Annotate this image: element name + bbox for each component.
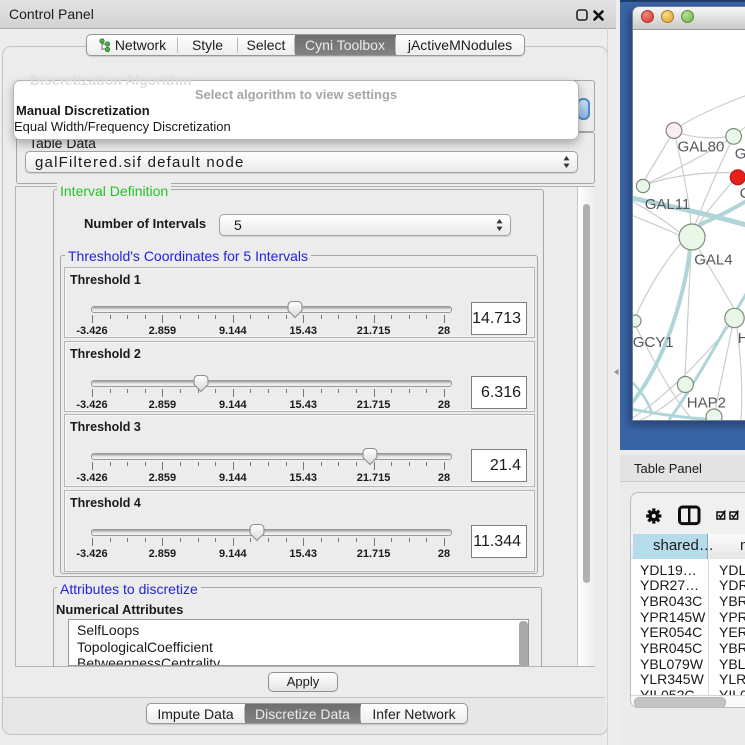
svg-text:GAL11: GAL11 bbox=[645, 196, 691, 213]
svg-text:GAL80: GAL80 bbox=[678, 139, 725, 156]
svg-text:C: C bbox=[740, 185, 745, 202]
svg-text:H: H bbox=[738, 330, 745, 347]
svg-text:HAP2: HAP2 bbox=[687, 394, 726, 411]
svg-text:GCY1: GCY1 bbox=[633, 334, 674, 351]
svg-text:GA: GA bbox=[735, 145, 745, 162]
svg-text:GAL4: GAL4 bbox=[694, 252, 732, 269]
